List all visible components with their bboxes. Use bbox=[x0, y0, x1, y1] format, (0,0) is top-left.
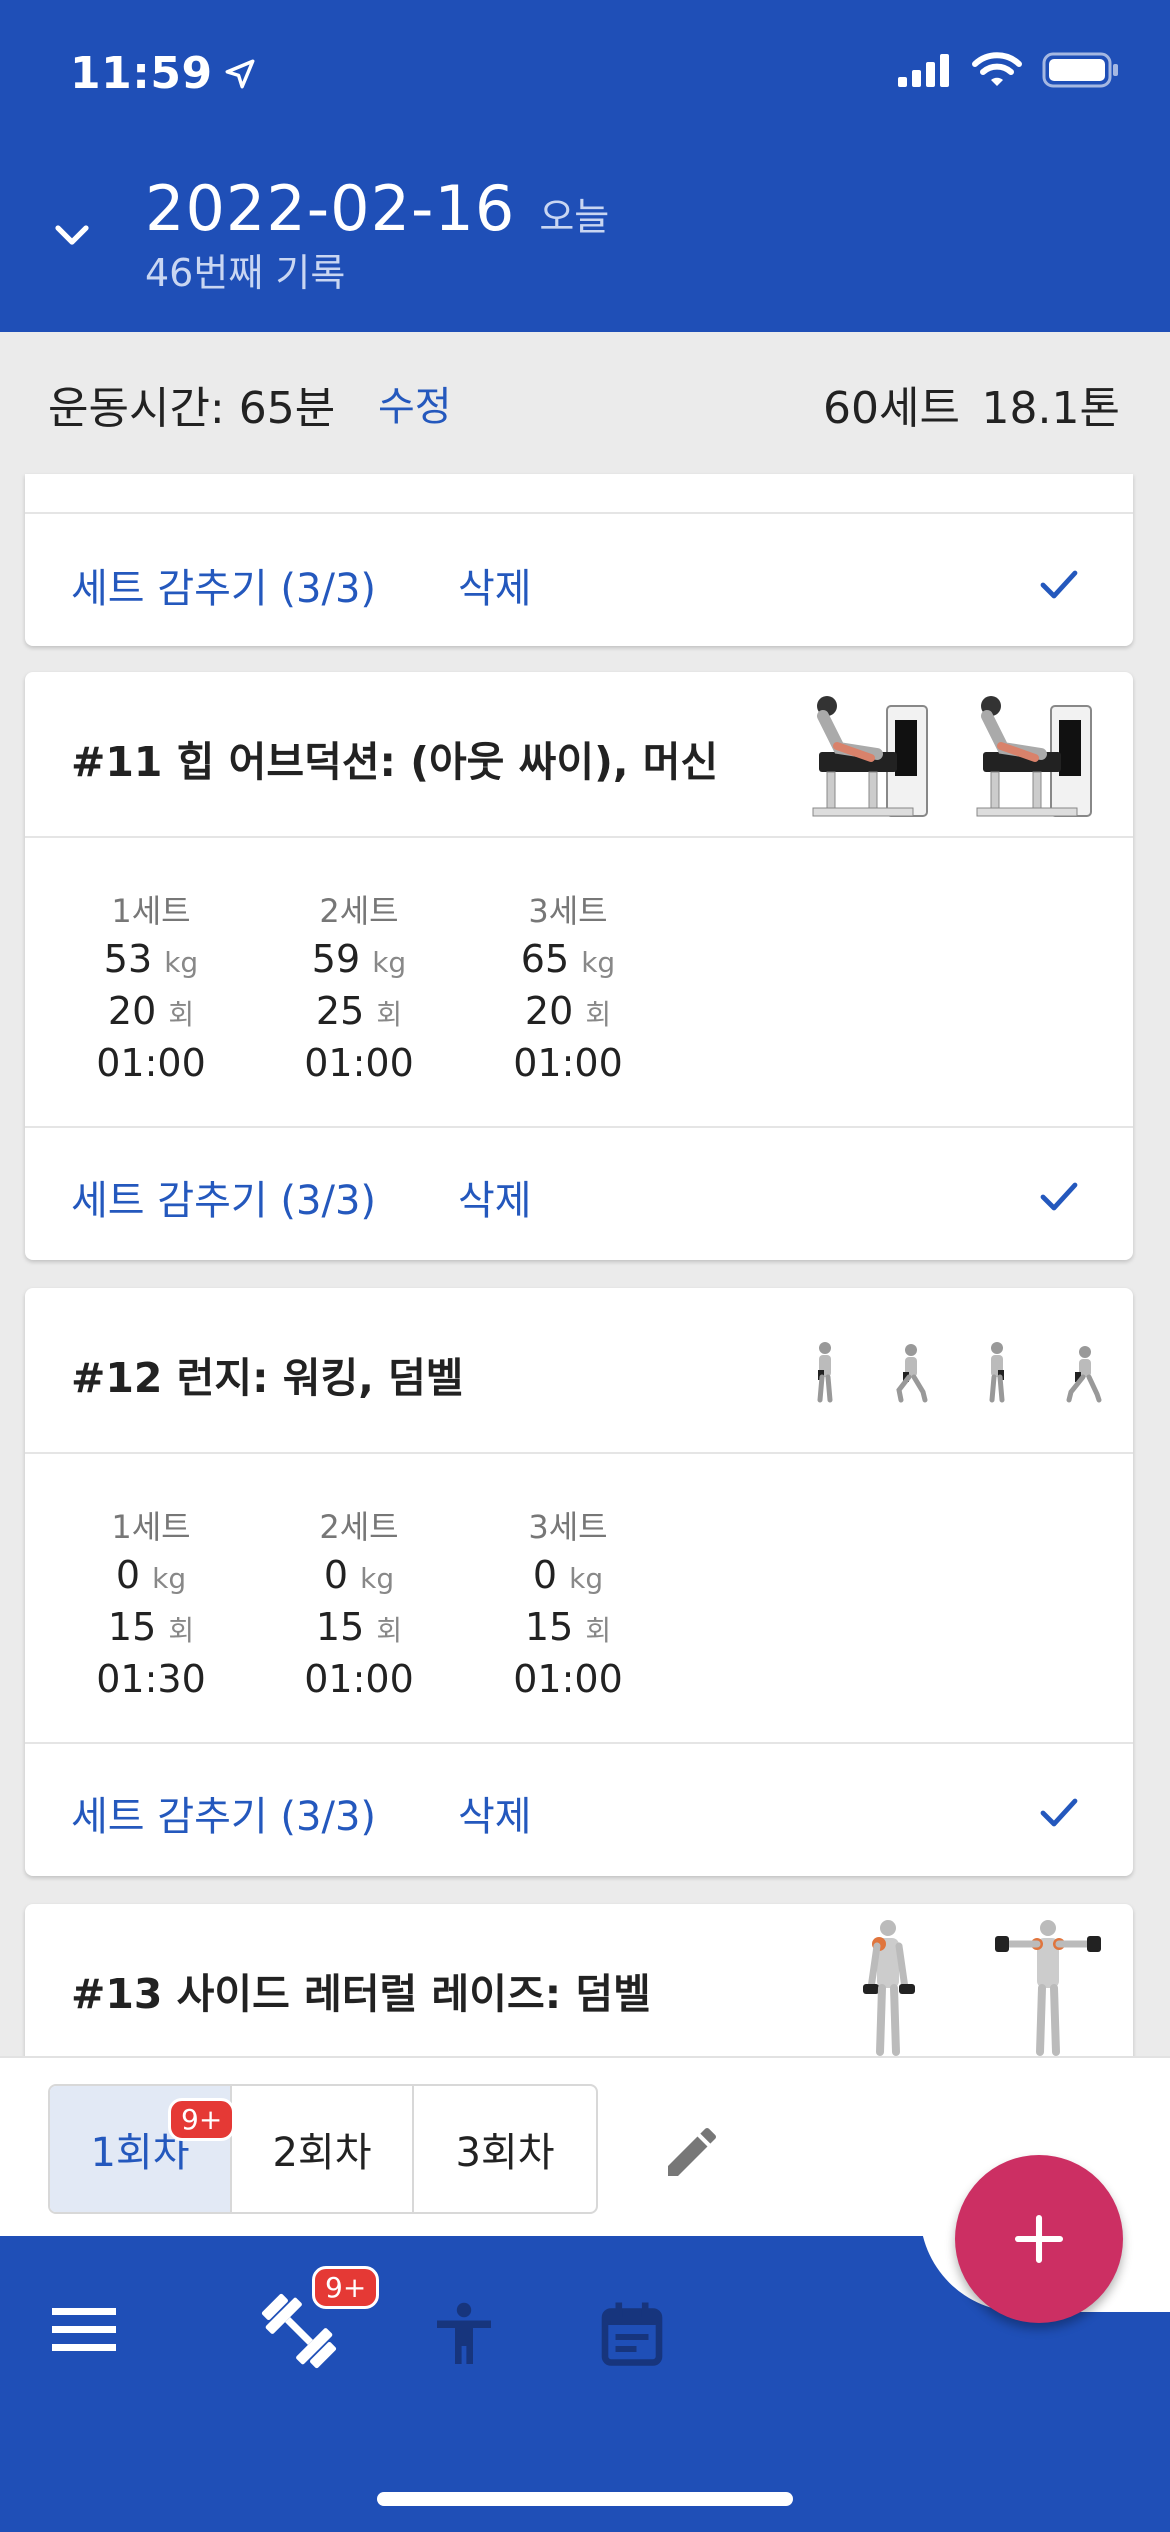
set-item[interactable]: 1세트 53 kg 20 회 01:00 bbox=[66, 886, 236, 1084]
set-item[interactable]: 3세트 0 kg 15 회 01:00 bbox=[483, 1502, 653, 1700]
status-icons bbox=[896, 52, 1120, 88]
card-actions: 세트 감추기 (3/3) 삭제 bbox=[25, 1744, 1133, 1874]
header-title: 2022-02-16 오늘 bbox=[145, 172, 609, 245]
round-segmented-control: 1회차 9+ 2회차 3회차 bbox=[48, 2084, 598, 2214]
total-sets: 60세트 bbox=[823, 383, 960, 434]
card-actions: 세트 감추기 (3/3) 삭제 bbox=[25, 1128, 1133, 1258]
card-actions: 세트 감추기 (3/3) 삭제 bbox=[25, 514, 1133, 644]
workout-duration: 운동시간: 65분 bbox=[48, 383, 336, 434]
set-item[interactable]: 2세트 0 kg 15 회 01:00 bbox=[274, 1502, 444, 1700]
round-tab-1[interactable]: 1회차 9+ bbox=[50, 2086, 236, 2212]
exercise-thumbnails bbox=[805, 1302, 1103, 1442]
check-icon[interactable] bbox=[1035, 560, 1083, 608]
exercise-card-13: #13 사이드 레터럴 레이즈: 덤벨 bbox=[25, 1904, 1133, 2064]
home-indicator bbox=[377, 2492, 793, 2506]
add-exercise-fab[interactable] bbox=[955, 2155, 1123, 2323]
hip-abduction-machine-image bbox=[976, 696, 1092, 817]
set-list: 1세트 0 kg 15 회 01:30 2세트 0 kg 15 회 01:00 … bbox=[25, 1454, 1133, 1744]
header-record-count: 46번째 기록 bbox=[145, 251, 346, 295]
exercise-thumbnails bbox=[799, 686, 1103, 826]
delete-exercise-button[interactable]: 삭제 bbox=[458, 1168, 532, 1226]
check-icon[interactable] bbox=[1035, 1788, 1083, 1836]
lunge-figure-image bbox=[896, 1344, 928, 1403]
lunge-figure-image bbox=[1066, 1346, 1102, 1403]
hide-sets-button[interactable]: 세트 감추기 (3/3) bbox=[71, 556, 376, 614]
edit-pencil-icon[interactable] bbox=[660, 2120, 724, 2184]
set-item[interactable]: 3세트 65 kg 20 회 01:00 bbox=[483, 886, 653, 1084]
app-header: 11:59 2022-02-16 오늘 46번째 기록 bbox=[0, 0, 1170, 332]
exercise-card-header[interactable]: #11 힙 어브덕션: (아웃 싸이), 머신 bbox=[25, 672, 1133, 838]
lunge-figure-image bbox=[817, 1342, 833, 1403]
total-volume: 18.1톤 bbox=[981, 383, 1120, 434]
workout-badge: 9+ bbox=[312, 2266, 380, 2309]
card-divider bbox=[25, 474, 1133, 514]
calendar-icon[interactable] bbox=[596, 2296, 668, 2372]
plus-icon bbox=[1014, 2214, 1064, 2264]
hide-sets-button[interactable]: 세트 감추기 (3/3) bbox=[71, 1784, 376, 1842]
round-tab-2[interactable]: 2회차 bbox=[232, 2086, 414, 2212]
set-item[interactable]: 1세트 0 kg 15 회 01:30 bbox=[66, 1502, 236, 1700]
set-item[interactable]: 2세트 59 kg 25 회 01:00 bbox=[274, 886, 444, 1084]
delete-exercise-button[interactable]: 삭제 bbox=[458, 556, 532, 614]
wifi-icon bbox=[972, 52, 1022, 86]
menu-icon[interactable] bbox=[48, 2300, 120, 2360]
exercise-card-11: #11 힙 어브덕션: (아웃 싸이), 머신 1세트 53 kg 20 회 0… bbox=[25, 672, 1133, 1260]
exercise-title: #13 사이드 레터럴 레이즈: 덤벨 bbox=[71, 1970, 651, 2018]
battery-icon bbox=[1042, 52, 1118, 88]
side-lateral-raise-figure-image bbox=[863, 1920, 915, 2056]
round-badge: 9+ bbox=[168, 2098, 236, 2141]
hip-abduction-machine-image bbox=[812, 696, 928, 817]
side-lateral-raise-figure-image bbox=[995, 1920, 1101, 2056]
exercise-title: #12 런지: 워킹, 덤벨 bbox=[71, 1354, 464, 1402]
exercise-card-12: #12 런지: 워킹, 덤벨 1세트 0 kg 15 회 01:30 2세트 0… bbox=[25, 1288, 1133, 1876]
exercise-card-10: 세트 감추기 (3/3) 삭제 bbox=[25, 474, 1133, 646]
edit-duration-button[interactable]: 수정 bbox=[378, 374, 452, 432]
exercise-thumbnails bbox=[853, 1918, 1103, 2058]
exercise-card-header[interactable]: #13 사이드 레터럴 레이즈: 덤벨 bbox=[25, 1904, 1133, 2070]
round-tab-3[interactable]: 3회차 bbox=[414, 2086, 596, 2212]
header-date: 2022-02-16 bbox=[145, 172, 516, 245]
status-time: 11:59 bbox=[70, 48, 257, 99]
lunge-figure-image bbox=[989, 1342, 1005, 1403]
exercise-card-header[interactable]: #12 런지: 워킹, 덤벨 bbox=[25, 1288, 1133, 1454]
collapse-chevron-icon[interactable] bbox=[48, 210, 96, 258]
header-today-label: 오늘 bbox=[539, 195, 610, 239]
cellular-signal-icon bbox=[898, 54, 949, 87]
exercise-title: #11 힙 어브덕션: (아웃 싸이), 머신 bbox=[71, 738, 719, 786]
workout-summary-bar: 운동시간: 65분 수정 60세트 18.1톤 bbox=[0, 332, 1170, 474]
delete-exercise-button[interactable]: 삭제 bbox=[458, 1784, 532, 1842]
hide-sets-button[interactable]: 세트 감추기 (3/3) bbox=[71, 1168, 376, 1226]
body-icon[interactable] bbox=[428, 2296, 500, 2372]
set-list: 1세트 53 kg 20 회 01:00 2세트 59 kg 25 회 01:0… bbox=[25, 838, 1133, 1128]
check-icon[interactable] bbox=[1035, 1172, 1083, 1220]
location-arrow-icon bbox=[225, 59, 255, 88]
